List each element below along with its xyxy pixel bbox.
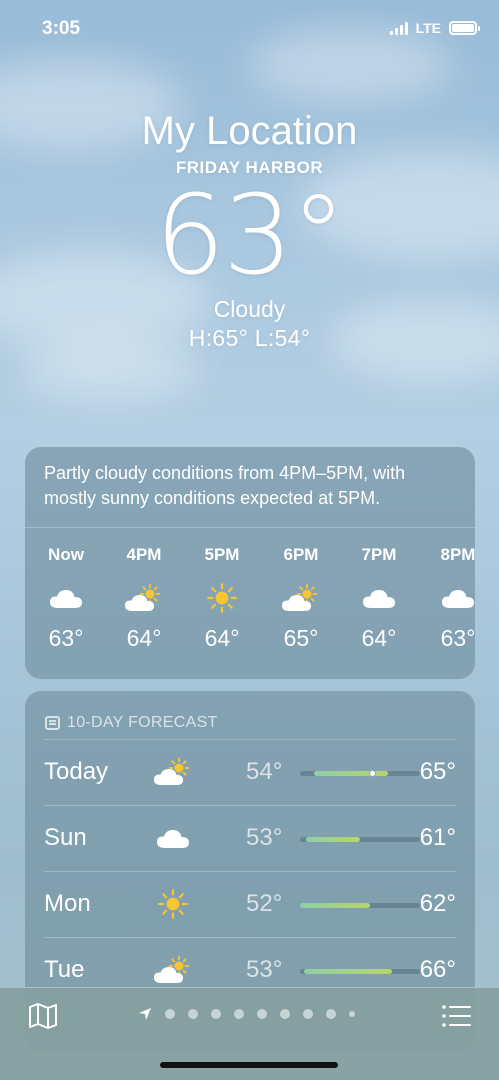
partly-sunny-icon [152,752,194,792]
location-title: My Location [141,109,358,153]
sun-icon [152,884,194,924]
cloud-icon [152,818,194,858]
cloud-icon [36,573,96,623]
cloud-icon [349,573,409,623]
forecast-header: 10-DAY FORECAST [25,691,475,739]
hour-label: Now [48,545,84,564]
hour-item: 6PM 65° [271,543,331,652]
forecast-row[interactable]: Sun 53° 61° [44,805,456,871]
page-dot[interactable] [326,1009,336,1019]
hourly-summary: Partly cloudy conditions from 4PM–5PM, w… [25,447,475,528]
list-icon [442,1005,471,1027]
status-time: 3:05 [42,18,81,39]
page-dot[interactable] [257,1009,267,1019]
low-temp: 54° [246,758,283,785]
partly-sunny-icon [114,573,174,623]
hourly-list[interactable]: Now 63° 4PM 64° 5PM 64° 6PM 65° 7PM 64° … [25,543,475,673]
high-temp: 65° [419,758,456,785]
cloud-icon [428,573,475,623]
hour-temp: 63° [48,625,84,651]
temperature-range-bar [300,837,420,842]
hour-temp: 63° [440,625,475,651]
cellular-signal-icon [389,21,408,35]
hour-label: 6PM [283,545,319,564]
hour-item: 5PM 64° [192,543,252,652]
page-dot[interactable] [188,1009,198,1019]
hourly-summary-text: Partly cloudy conditions from 4PM–5PM, w… [44,463,406,508]
hour-temp: 64° [204,625,240,651]
hour-label: 5PM [204,545,240,564]
current-temp-indicator [368,770,376,777]
map-button[interactable] [27,1002,59,1030]
hour-item: 4PM 64° [114,543,174,652]
day-name: Sun [44,824,87,851]
hour-item: Now 63° [36,543,96,652]
hour-item: 7PM 64° [349,543,409,652]
temperature-range-bar [300,969,420,974]
day-name: Tue [44,956,85,983]
day-name: Today [44,758,109,785]
network-type: LTE [415,20,441,36]
hour-label: 7PM [361,545,397,564]
hour-temp: 64° [361,625,397,651]
high-temp: 62° [419,890,456,917]
home-indicator[interactable] [160,1062,338,1068]
page-dot[interactable] [349,1011,355,1017]
high-temp: 66° [419,956,456,983]
temperature-range-bar [300,770,420,777]
partly-sunny-icon [152,950,194,990]
page-dot[interactable] [234,1009,244,1019]
sun-icon [192,573,252,623]
forecast-row[interactable]: Mon 52° 62° [44,871,456,937]
hour-item: 8PM 63° [428,543,475,652]
partly-sunny-icon [271,573,331,623]
forecast-row[interactable]: Today 54° 65° [44,739,456,805]
high-low-temperature: H:65° L:54° [188,325,311,351]
page-dot[interactable] [280,1009,290,1019]
page-dot[interactable] [303,1009,313,1019]
hourly-forecast-card[interactable]: Partly cloudy conditions from 4PM–5PM, w… [25,447,475,679]
location-list-button[interactable] [441,1002,473,1030]
location-arrow-icon [139,1008,151,1020]
high-temp: 61° [419,824,456,851]
hour-temp: 65° [283,625,319,651]
low-temp: 53° [246,956,283,983]
page-dot[interactable] [165,1009,175,1019]
page-indicator[interactable] [138,1007,355,1021]
status-bar: 3:05 LTE [0,0,499,60]
hour-label: 8PM [440,545,475,564]
hour-label: 4PM [126,545,162,564]
current-temperature: 63° [155,171,346,299]
current-condition: Cloudy [213,296,286,322]
hour-temp: 64° [126,625,162,651]
battery-icon [449,21,480,35]
temperature-range-bar [300,903,420,908]
page-dot[interactable] [211,1009,221,1019]
forecast-title: 10-DAY FORECAST [67,714,218,731]
calendar-icon [45,716,60,730]
low-temp: 52° [246,890,283,917]
low-temp: 53° [246,824,283,851]
map-icon [29,1003,57,1029]
day-name: Mon [44,890,91,917]
current-conditions: My Location FRIDAY HARBOR 63° Cloudy H:6… [0,108,499,352]
